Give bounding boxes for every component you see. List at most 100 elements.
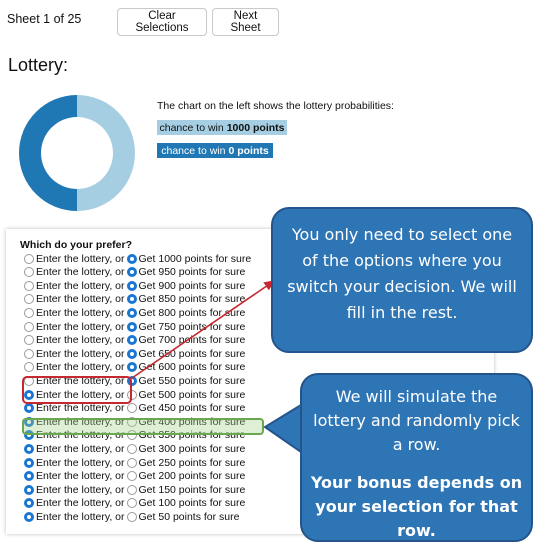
lottery-radio[interactable] bbox=[24, 471, 34, 482]
lottery-option-label: Enter the lottery, or bbox=[36, 442, 125, 455]
lottery-donut-chart bbox=[19, 95, 135, 211]
lottery-radio[interactable] bbox=[24, 294, 34, 305]
sure-option-label: Get 100 points for sure bbox=[138, 497, 246, 510]
sure-option-label: Get 750 points for sure bbox=[138, 320, 246, 333]
sure-option-label: Get 450 points for sure bbox=[138, 402, 246, 415]
sure-option-label: Get 650 points for sure bbox=[138, 347, 246, 360]
switch-highlight-box bbox=[22, 376, 132, 404]
sure-radio[interactable] bbox=[126, 511, 137, 522]
lottery-option-label: Enter the lottery, or bbox=[36, 456, 125, 469]
sure-radio[interactable] bbox=[126, 267, 137, 278]
chart-description: The chart on the left shows the lottery … bbox=[157, 100, 394, 112]
sheet-counter: Sheet 1 of 25 bbox=[7, 12, 82, 26]
sure-radio[interactable] bbox=[126, 484, 137, 495]
lottery-radio[interactable] bbox=[24, 321, 34, 332]
donut-slice-0 bbox=[77, 95, 135, 211]
lottery-radio[interactable] bbox=[24, 335, 34, 346]
sure-radio[interactable] bbox=[126, 403, 137, 414]
sure-radio[interactable] bbox=[126, 498, 137, 509]
selected-row-highlight bbox=[22, 418, 264, 435]
lottery-radio[interactable] bbox=[24, 498, 34, 509]
lottery-option-label: Enter the lottery, or bbox=[36, 306, 125, 319]
switch-callout: You only need to select one of the optio… bbox=[271, 207, 533, 353]
legend-text: chance to win bbox=[161, 144, 226, 157]
sure-radio[interactable] bbox=[126, 294, 137, 305]
choice-row: Enter the lottery, or Get 900 points for … bbox=[24, 279, 245, 292]
sure-radio[interactable] bbox=[126, 335, 137, 346]
sure-option-label: Get 500 points for sure bbox=[138, 388, 246, 401]
sure-radio[interactable] bbox=[126, 280, 137, 291]
lottery-option-label: Enter the lottery, or bbox=[36, 497, 125, 510]
sure-radio[interactable] bbox=[126, 253, 137, 264]
choice-row: Enter the lottery, or Get 600 points for … bbox=[24, 361, 245, 374]
sure-radio[interactable] bbox=[126, 321, 137, 332]
choice-row: Enter the lottery, or Get 300 points for … bbox=[24, 442, 245, 455]
simulate-callout-text: We will simulate the lottery and randoml… bbox=[313, 387, 520, 454]
choice-row: Enter the lottery, or Get 150 points for … bbox=[24, 483, 245, 496]
legend-value: 1000 points bbox=[226, 121, 285, 134]
lottery-radio[interactable] bbox=[24, 511, 34, 522]
sure-radio[interactable] bbox=[126, 471, 137, 482]
sure-option-label: Get 50 points for sure bbox=[138, 510, 240, 523]
choice-row: Enter the lottery, or Get 1000 points for… bbox=[24, 252, 251, 265]
legend-win-1000: chance to win 1000 points bbox=[157, 120, 287, 135]
lottery-radio[interactable] bbox=[24, 443, 34, 454]
lottery-radio[interactable] bbox=[24, 307, 34, 318]
sure-option-label: Get 950 points for sure bbox=[138, 266, 246, 279]
donut-slice-1 bbox=[19, 95, 77, 211]
lottery-option-label: Enter the lottery, or bbox=[36, 279, 125, 292]
choice-row: Enter the lottery, or Get 850 points for … bbox=[24, 293, 245, 306]
lottery-option-label: Enter the lottery, or bbox=[36, 320, 125, 333]
choice-row: Enter the lottery, or Get 700 points for … bbox=[24, 334, 245, 347]
sure-option-label: Get 200 points for sure bbox=[138, 470, 246, 483]
lottery-radio[interactable] bbox=[24, 484, 34, 495]
choice-row: Enter the lottery, or Get 250 points for … bbox=[24, 456, 245, 469]
choice-row: Enter the lottery, or Get 950 points for … bbox=[24, 266, 245, 279]
choice-row: Enter the lottery, or Get 650 points for … bbox=[24, 347, 245, 360]
lottery-radio[interactable] bbox=[24, 348, 34, 359]
sure-option-label: Get 1000 points for sure bbox=[138, 252, 252, 265]
sure-radio[interactable] bbox=[126, 457, 137, 468]
choice-question: Which do your prefer? bbox=[20, 239, 133, 251]
choice-row: Enter the lottery, or Get 200 points for … bbox=[24, 470, 245, 483]
legend-text: chance to win bbox=[159, 121, 224, 134]
sure-radio[interactable] bbox=[126, 362, 137, 373]
lottery-radio[interactable] bbox=[24, 403, 34, 414]
sure-option-label: Get 150 points for sure bbox=[138, 483, 246, 496]
lottery-title: Lottery: bbox=[8, 55, 69, 75]
lottery-option-label: Enter the lottery, or bbox=[36, 361, 125, 374]
lottery-option-label: Enter the lottery, or bbox=[36, 470, 125, 483]
sure-option-label: Get 900 points for sure bbox=[138, 279, 246, 292]
sure-radio[interactable] bbox=[126, 307, 137, 318]
choice-row: Enter the lottery, or Get 50 points for s… bbox=[24, 510, 240, 523]
lottery-option-label: Enter the lottery, or bbox=[36, 293, 125, 306]
clear-selections-button[interactable]: Clear Selections bbox=[117, 8, 207, 36]
choice-row: Enter the lottery, or Get 750 points for … bbox=[24, 320, 245, 333]
choice-row: Enter the lottery, or Get 100 points for … bbox=[24, 497, 245, 510]
lottery-option-label: Enter the lottery, or bbox=[36, 510, 125, 523]
lottery-option-label: Enter the lottery, or bbox=[36, 252, 125, 265]
switch-callout-text: You only need to select one of the optio… bbox=[287, 225, 517, 322]
sure-option-label: Get 850 points for sure bbox=[138, 293, 246, 306]
simulate-callout: We will simulate the lottery and randoml… bbox=[300, 373, 533, 542]
lottery-option-label: Enter the lottery, or bbox=[36, 483, 125, 496]
sure-radio[interactable] bbox=[126, 443, 137, 454]
choice-row: Enter the lottery, or Get 800 points for … bbox=[24, 306, 245, 319]
sure-option-label: Get 700 points for sure bbox=[138, 334, 246, 347]
sure-option-label: Get 550 points for sure bbox=[138, 374, 246, 387]
lottery-option-label: Enter the lottery, or bbox=[36, 266, 125, 279]
lottery-option-label: Enter the lottery, or bbox=[36, 347, 125, 360]
lottery-radio[interactable] bbox=[24, 457, 34, 468]
lottery-radio[interactable] bbox=[24, 253, 34, 264]
next-sheet-button[interactable]: Next Sheet bbox=[212, 8, 279, 36]
sure-option-label: Get 800 points for sure bbox=[138, 306, 246, 319]
bonus-callout-text: Your bonus depends on your selection for… bbox=[310, 473, 523, 540]
lottery-radio[interactable] bbox=[24, 267, 34, 278]
legend-value: 0 points bbox=[228, 144, 269, 157]
sure-option-label: Get 250 points for sure bbox=[138, 456, 246, 469]
sure-option-label: Get 300 points for sure bbox=[138, 442, 246, 455]
lottery-option-label: Enter the lottery, or bbox=[36, 334, 125, 347]
lottery-radio[interactable] bbox=[24, 280, 34, 291]
sure-radio[interactable] bbox=[126, 348, 137, 359]
lottery-radio[interactable] bbox=[24, 362, 34, 373]
